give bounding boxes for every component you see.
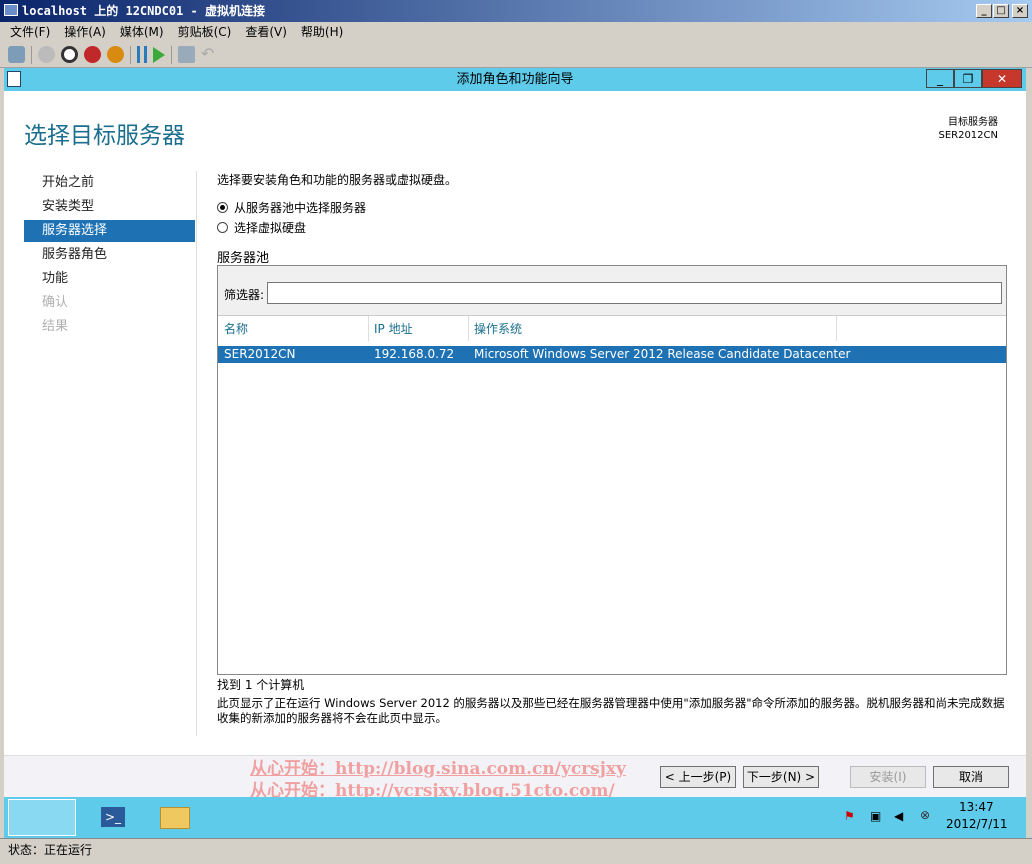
- page-title: 选择目标服务器: [24, 123, 185, 149]
- network-icon[interactable]: ▣: [870, 809, 881, 823]
- ctrl-alt-del-icon[interactable]: [8, 46, 25, 63]
- volume-icon[interactable]: ◀: [894, 809, 903, 823]
- column-separator: [368, 316, 369, 341]
- server-manager-icon[interactable]: [8, 799, 76, 836]
- previous-button[interactable]: < 上一步(P): [660, 766, 736, 788]
- separator: [171, 45, 172, 64]
- column-name[interactable]: 名称: [224, 320, 248, 337]
- notification-icon[interactable]: ⊗: [920, 808, 930, 822]
- explorer-icon[interactable]: [150, 799, 218, 836]
- menu-action[interactable]: 操作(A): [64, 22, 106, 42]
- column-separator: [836, 316, 837, 341]
- radio-vhd[interactable]: 选择虚拟硬盘: [217, 219, 306, 236]
- separator: [130, 45, 131, 64]
- cell-name: SER2012CN: [224, 347, 296, 361]
- wizard-maximize-button[interactable]: ❐: [954, 69, 982, 88]
- wizard-minimize-button[interactable]: _: [926, 69, 954, 88]
- column-separator: [468, 316, 469, 341]
- menu-view[interactable]: 查看(V): [245, 22, 287, 42]
- cancel-button[interactable]: 取消: [933, 766, 1009, 788]
- cell-os: Microsoft Windows Server 2012 Release Ca…: [474, 347, 851, 361]
- target-value: SER2012CN: [938, 130, 998, 141]
- nav-features[interactable]: 功能: [24, 268, 195, 290]
- menu-help[interactable]: 帮助(H): [301, 22, 343, 42]
- nav-server-roles[interactable]: 服务器角色: [24, 244, 195, 266]
- wizard-title-bar: 添加角色和功能向导 _ ❐ ✕: [4, 68, 1026, 91]
- intro-text: 选择要安装角色和功能的服务器或虚拟硬盘。: [217, 173, 458, 187]
- wizard-close-button[interactable]: ✕: [982, 69, 1022, 88]
- window-title: localhost 上的 12CNDC01 - 虚拟机连接: [22, 4, 265, 18]
- menu-clipboard[interactable]: 剪贴板(C): [178, 22, 232, 42]
- radio-unchecked-icon: [217, 222, 228, 233]
- clock-time: 13:47: [959, 800, 994, 814]
- pool-label: 服务器池: [217, 251, 270, 266]
- filter-input[interactable]: [267, 282, 1002, 304]
- nav-confirmation: 确认: [42, 295, 69, 310]
- nav-results: 结果: [42, 319, 69, 334]
- note-text: 此页显示了正在运行 Windows Server 2012 的服务器以及那些已经…: [217, 696, 1005, 725]
- action-center-icon[interactable]: ⚑: [844, 809, 855, 823]
- nav-before-you-begin[interactable]: 开始之前: [24, 172, 195, 194]
- found-count: 找到 1 个计算机: [217, 678, 305, 692]
- pause-icon[interactable]: [137, 46, 147, 63]
- status-bar: 状态：正在运行: [0, 838, 1032, 864]
- menu-file[interactable]: 文件(F): [10, 22, 50, 42]
- column-os[interactable]: 操作系统: [474, 320, 522, 337]
- server-pool-table: 筛选器: 名称 IP 地址 操作系统 SER2012CN 192.168.0.7…: [217, 265, 1007, 675]
- start-icon[interactable]: [38, 46, 55, 63]
- close-button[interactable]: ×: [1012, 4, 1028, 18]
- nav-server-selection[interactable]: 服务器选择: [24, 220, 195, 242]
- resume-icon[interactable]: [153, 46, 165, 63]
- vm-icon: [4, 4, 18, 16]
- radio-checked-icon: [217, 202, 228, 213]
- save-state-icon[interactable]: [107, 46, 124, 63]
- radio-label: 从服务器池中选择服务器: [234, 201, 367, 215]
- install-button: 安装(I): [850, 766, 926, 788]
- menu-bar: 文件(F) 操作(A) 媒体(M) 剪贴板(C) 查看(V) 帮助(H): [0, 22, 1032, 42]
- cell-ip: 192.168.0.72: [374, 347, 455, 361]
- target-label: 目标服务器: [948, 117, 998, 128]
- radio-server-pool[interactable]: 从服务器池中选择服务器: [217, 199, 366, 216]
- maximize-button[interactable]: □: [993, 4, 1009, 18]
- wizard-footer: 从心开始：http://blog.sina.com.cn/ycrsjxy 从心开…: [4, 755, 1026, 801]
- wizard-title: 添加角色和功能向导: [456, 72, 574, 87]
- clock-date: 2012/7/11: [946, 817, 1008, 831]
- powershell-icon[interactable]: >_: [79, 799, 147, 836]
- next-button[interactable]: 下一步(N) >: [743, 766, 819, 788]
- minimize-button[interactable]: _: [976, 4, 992, 18]
- taskbar: >_ ⚑ ▣ ◀ ⊗ 13:47 2012/7/11: [4, 797, 1026, 838]
- target-server: 目标服务器 SER2012CN: [938, 116, 998, 142]
- column-ip[interactable]: IP 地址: [374, 320, 413, 337]
- filter-label: 筛选器:: [224, 288, 265, 302]
- table-row[interactable]: SER2012CN 192.168.0.72 Microsoft Windows…: [218, 346, 1006, 363]
- toolbar: ↶: [0, 42, 1032, 68]
- shutdown-icon[interactable]: [84, 46, 101, 63]
- status-text: 状态：正在运行: [8, 843, 93, 857]
- nav-installation-type[interactable]: 安装类型: [24, 196, 195, 218]
- wizard-icon: [7, 71, 21, 87]
- menu-media[interactable]: 媒体(M): [120, 22, 164, 42]
- revert-icon[interactable]: ↶: [201, 46, 218, 63]
- guest-screen: 添加角色和功能向导 _ ❐ ✕ 选择目标服务器 目标服务器 SER2012CN …: [4, 68, 1026, 838]
- radio-label: 选择虚拟硬盘: [234, 221, 307, 235]
- snapshot-icon[interactable]: [178, 46, 195, 63]
- filter-row: 筛选器:: [218, 266, 1006, 316]
- separator: [31, 45, 32, 64]
- window-title-bar: localhost 上的 12CNDC01 - 虚拟机连接 _ □ ×: [0, 0, 1032, 22]
- divider: [196, 171, 197, 736]
- turn-off-icon[interactable]: [61, 46, 78, 63]
